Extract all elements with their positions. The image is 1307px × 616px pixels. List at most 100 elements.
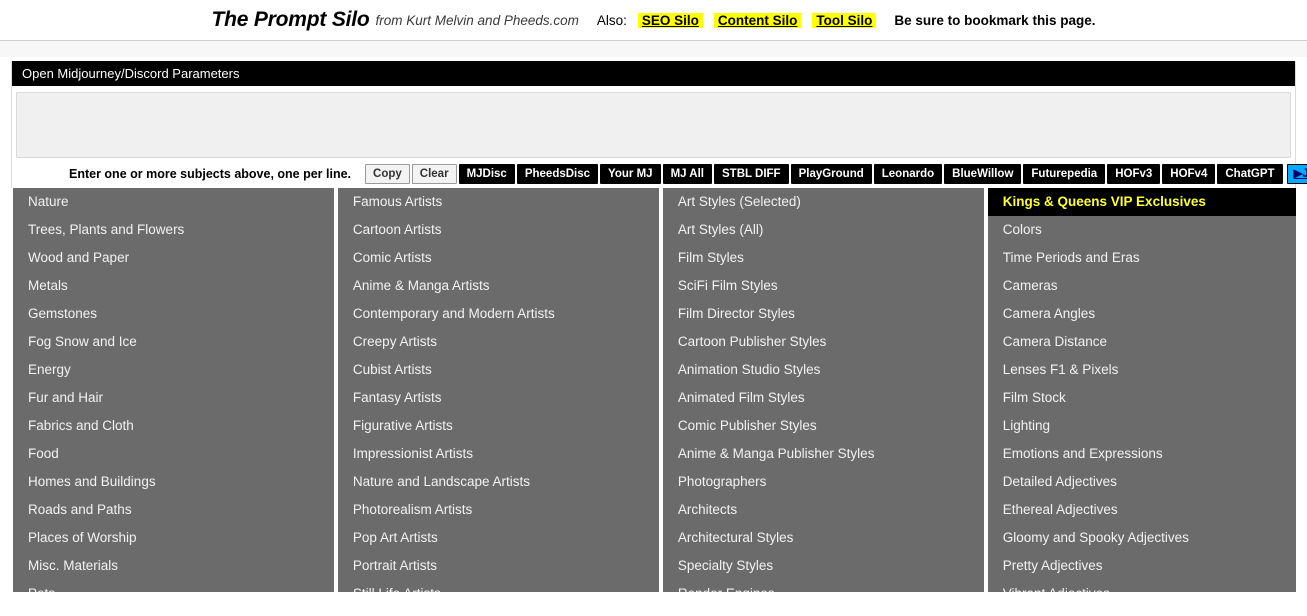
menu-item-photographers[interactable]: Photographers ⱟ: [663, 468, 984, 496]
menu-item-label: Camera Distance: [1003, 334, 1107, 349]
menu-item-homes-and-buildings[interactable]: Homes and Buildings ⱟ: [13, 468, 334, 496]
menu-item-lenses-f1-and-pixels[interactable]: Lenses F1 & Pixels ⱟ: [988, 356, 1296, 384]
menu-item-metals[interactable]: Metals ⱟ: [13, 272, 334, 300]
subjects-hint: Enter one or more subjects above, one pe…: [69, 167, 351, 181]
menu-item-detailed-adjectives[interactable]: Detailed Adjectives ⱟ: [988, 468, 1296, 496]
your-mj-button[interactable]: Your MJ: [600, 164, 661, 184]
subjects-input[interactable]: [16, 92, 1291, 158]
menu-item-label: Pretty Adjectives: [1003, 558, 1103, 573]
menu-item-gemstones[interactable]: Gemstones ⱟ: [13, 300, 334, 328]
menu-item-colors[interactable]: Colors ⱟ: [988, 216, 1296, 244]
menu-item-render-engines[interactable]: Render Enginesⱟ: [663, 580, 984, 592]
menu-item-camera-distance[interactable]: Camera Distance ⱟ: [988, 328, 1296, 356]
menu-item-art-styles-all[interactable]: Art Styles (All) ⱟ: [663, 216, 984, 244]
menu-item-label: Trees, Plants and Flowers: [28, 222, 184, 237]
leonardo-button[interactable]: Leonardo: [874, 164, 942, 184]
mjdisc-button[interactable]: MJDisc: [459, 164, 515, 184]
menu-item-art-styles-selected[interactable]: Art Styles (Selected) ⱟ: [663, 188, 984, 216]
menu-item-pop-art-artists[interactable]: Pop Art Artists ⱟ: [338, 524, 659, 552]
stbl-diff-button[interactable]: STBL DIFF: [714, 164, 789, 184]
menu-item-food[interactable]: Food ⱟ: [13, 440, 334, 468]
menu-item-impressionist-artists[interactable]: Impressionist Artists ⱟ: [338, 440, 659, 468]
menu-item-trees-plants-and-flowers[interactable]: Trees, Plants and Flowers ⱟ: [13, 216, 334, 244]
menu-item-pretty-adjectives[interactable]: Pretty Adjectives ⱟ: [988, 552, 1296, 580]
futurepedia-button[interactable]: Futurepedia: [1023, 164, 1105, 184]
main-panel: Open Midjourney/Discord Parameters ⱟ Ent…: [11, 61, 1296, 188]
menu-item-photorealism-artists[interactable]: Photorealism Artists ⱟ: [338, 496, 659, 524]
menu-item-film-stock[interactable]: Film Stock ⱟ: [988, 384, 1296, 412]
menu-item-label: Impressionist Artists: [353, 446, 473, 461]
link-seo-silo[interactable]: SEO Silo: [638, 13, 703, 28]
menu-item-anime-manga-artists[interactable]: Anime & Manga Artists ⱟ: [338, 272, 659, 300]
menu-item-camera-angles[interactable]: Camera Angles ⱟ: [988, 300, 1296, 328]
menu-item-comic-publisher-styles[interactable]: Comic Publisher Styles ⱟ: [663, 412, 984, 440]
menu-item-label: Wood and Paper: [28, 250, 129, 265]
menu-item-roads-and-paths[interactable]: Roads and Paths ⱟ: [13, 496, 334, 524]
menu-item-fur-and-hair[interactable]: Fur and Hair ⱟ: [13, 384, 334, 412]
menu-item-film-director-styles[interactable]: Film Director Styles ⱟ: [663, 300, 984, 328]
menu-item-creepy-artists[interactable]: Creepy Artists ⱟ: [338, 328, 659, 356]
menu-item-portrait-artists[interactable]: Portrait Artists ⱟ: [338, 552, 659, 580]
menu-item-vibrant-adjectives[interactable]: Vibrant Adjectivesⱟ: [988, 580, 1296, 592]
menu-item-nature-and-landscape-artists[interactable]: Nature and Landscape Artists ⱟ: [338, 468, 659, 496]
menu-item-specialty-styles[interactable]: Specialty Styles ⱟ: [663, 552, 984, 580]
hofv4-button[interactable]: HOFv4: [1162, 164, 1215, 184]
menu-item-architectural-styles[interactable]: Architectural Styles ⱟ: [663, 524, 984, 552]
link-tool-silo[interactable]: Tool Silo: [812, 13, 876, 28]
menu-item-anime-manga-publisher-styles[interactable]: Anime & Manga Publisher Styles ⱟ: [663, 440, 984, 468]
menu-item-cameras[interactable]: Cameras ⱟ: [988, 272, 1296, 300]
menu-item-wood-and-paper[interactable]: Wood and Paper ⱟ: [13, 244, 334, 272]
menu-item-comic-artists[interactable]: Comic Artists ⱟ: [338, 244, 659, 272]
menu-item-ethereal-adjectives[interactable]: Ethereal Adjectives ⱟ: [988, 496, 1296, 524]
menu-item-label: Fabrics and Cloth: [28, 418, 134, 433]
menu-item-label: Creepy Artists: [353, 334, 437, 349]
action-toolbar: Enter one or more subjects above, one pe…: [12, 158, 1295, 188]
vip-exclusives-label: Kings & Queens VIP Exclusives: [1003, 194, 1206, 209]
menu-item-animation-studio-styles[interactable]: Animation Studio Styles ⱟ: [663, 356, 984, 384]
menu-item-energy[interactable]: Energy ⱟ: [13, 356, 334, 384]
menu-item-nature[interactable]: Nature ⱟ: [13, 188, 334, 216]
vip-exclusives-header[interactable]: Kings & Queens VIP Exclusives ⱟ: [988, 188, 1296, 216]
menu-item-label: SciFi Film Styles: [678, 278, 778, 293]
menu-item-still-life-artists[interactable]: Still Life Artistsⱟ: [338, 580, 659, 592]
hofv3-button[interactable]: HOFv3: [1107, 164, 1160, 184]
menu-item-cubist-artists[interactable]: Cubist Artists ⱟ: [338, 356, 659, 384]
menu-item-architects[interactable]: Architects ⱟ: [663, 496, 984, 524]
menu-item-emotions-and-expressions[interactable]: Emotions and Expressions ⱟ: [988, 440, 1296, 468]
pheedsdisc-button[interactable]: PheedsDisc: [517, 164, 598, 184]
midjourney-parameters-toggle[interactable]: Open Midjourney/Discord Parameters ⱟ: [12, 61, 1295, 86]
bluewillow-button[interactable]: BlueWillow: [944, 164, 1021, 184]
menu-item-contemporary-and-modern-artists[interactable]: Contemporary and Modern Artists ⱟ: [338, 300, 659, 328]
menu-item-label: Emotions and Expressions: [1003, 446, 1163, 461]
copy-button[interactable]: Copy: [365, 164, 410, 184]
menu-item-label: Pop Art Artists: [353, 530, 438, 545]
menu-item-fabrics-and-cloth[interactable]: Fabrics and Cloth ⱟ: [13, 412, 334, 440]
menu-item-places-of-worship[interactable]: Places of Worship ⱟ: [13, 524, 334, 552]
menu-item-famous-artists[interactable]: Famous Artists ⱟ: [338, 188, 659, 216]
menu-item-lighting[interactable]: Lighting ⱟ: [988, 412, 1296, 440]
chatgpt-button[interactable]: ChatGPT: [1217, 164, 1282, 184]
menu-item-fog-snow-and-ice[interactable]: Fog Snow and Ice ⱟ: [13, 328, 334, 356]
menu-item-fantasy-artists[interactable]: Fantasy Artists ⱟ: [338, 384, 659, 412]
menu-item-figurative-artists[interactable]: Figurative Artists ⱟ: [338, 412, 659, 440]
menu-item-gloomy-and-spooky-adjectives[interactable]: Gloomy and Spooky Adjectives ⱟ: [988, 524, 1296, 552]
bookmark-note: Be sure to bookmark this page.: [894, 13, 1095, 28]
menu-item-misc-materials[interactable]: Misc. Materials ⱟ: [13, 552, 334, 580]
menu-item-pets[interactable]: Petsⱟ: [13, 580, 334, 592]
site-title: The Prompt Silo: [212, 8, 370, 32]
clear-button[interactable]: Clear: [412, 164, 457, 184]
menu-item-film-styles[interactable]: Film Styles ⱟ: [663, 244, 984, 272]
link-content-silo[interactable]: Content Silo: [714, 13, 802, 28]
playground-button[interactable]: PlayGround: [791, 164, 872, 184]
menu-item-cartoon-artists[interactable]: Cartoon Artists ⱟ: [338, 216, 659, 244]
menu-item-animated-film-styles[interactable]: Animated Film Styles ⱟ: [663, 384, 984, 412]
menu-item-time-periods-and-eras[interactable]: Time Periods and Eras ⱟ: [988, 244, 1296, 272]
menu-item-label: Ethereal Adjectives: [1003, 502, 1118, 517]
menu-item-cartoon-publisher-styles[interactable]: Cartoon Publisher Styles ⱟ: [663, 328, 984, 356]
menu-item-scifi-film-styles[interactable]: SciFi Film Styles ⱟ: [663, 272, 984, 300]
category-menu-grid: Nature ⱟ Trees, Plants and Flowers ⱟ Wood …: [0, 188, 1307, 592]
mj-all-button[interactable]: MJ All: [663, 164, 712, 184]
menu-item-label: Anime & Manga Publisher Styles: [678, 446, 875, 461]
menu-item-label: Nature and Landscape Artists: [353, 474, 530, 489]
join-kq-mj-button[interactable]: ▶Join K&Q + MJ◀: [1287, 164, 1307, 184]
